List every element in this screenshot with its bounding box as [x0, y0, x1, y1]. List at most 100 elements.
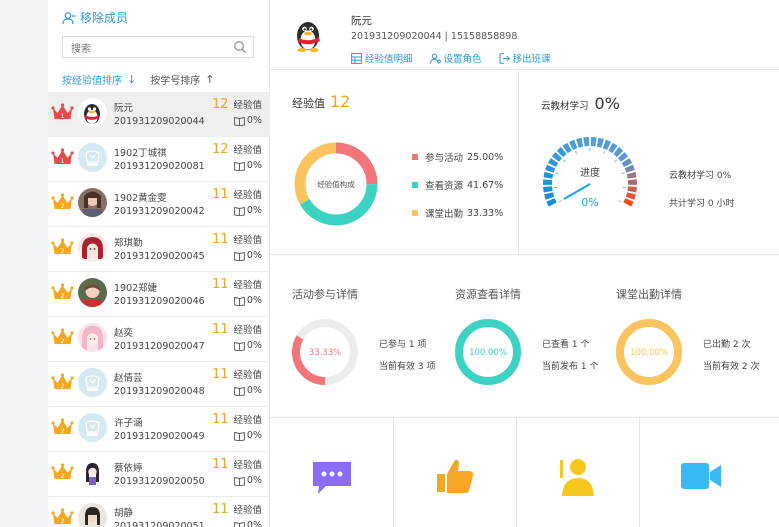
gauge-tick — [558, 200, 562, 203]
member-pct-value: 0% — [246, 520, 262, 527]
legend-item: 查看资源 41.67% — [412, 178, 503, 192]
member-exp: 11 经验值 — [212, 412, 262, 427]
avatar — [78, 458, 107, 487]
svg-text:2: 2 — [61, 473, 65, 480]
profile-actions: 经验值明细 设置角色 移出班课 — [351, 51, 551, 65]
detail-total: 当前发布 1 个 — [542, 362, 599, 372]
member-student-id: 201931209020081 — [114, 161, 205, 172]
legend-item: 参与活动 25.00% — [412, 150, 503, 164]
member-row[interactable]: 2 胡静 201931209020051 11 经验值 0% — [48, 497, 270, 527]
gauge-segment — [546, 198, 557, 207]
member-row[interactable]: 2 许子涵 201931209020049 11 经验值 0% — [48, 407, 270, 452]
table-icon — [351, 52, 362, 64]
detail-ring-chart: 100.00% — [616, 319, 682, 385]
exit-icon — [499, 52, 510, 64]
svg-text:2: 2 — [61, 293, 65, 300]
experience-donut-chart: 经验值构成 — [294, 142, 378, 226]
book-icon — [234, 476, 245, 486]
member-exp: 11 经验值 — [212, 367, 262, 382]
member-exp-value: 12 — [211, 142, 229, 157]
tool-tile[interactable] — [270, 418, 394, 527]
gauge-label: 进度 — [580, 166, 600, 179]
remove-from-class-label: 移出班课 — [512, 54, 551, 65]
member-pct-value: 0% — [246, 475, 262, 486]
exp-detail-label: 经验值明细 — [365, 54, 413, 65]
avatar — [78, 143, 107, 172]
member-exp: 11 经验值 — [212, 277, 262, 292]
detail-total: 当前有效 3 项 — [379, 362, 436, 372]
member-row[interactable]: 2 郑琪勤 201931209020045 11 经验值 0% — [48, 227, 270, 272]
member-student-id: 201931209020042 — [114, 206, 205, 217]
set-role-link[interactable]: 设置角色 — [429, 51, 482, 65]
member-name: 1902丁城祺 — [114, 148, 167, 159]
member-exp-label: 经验值 — [233, 325, 262, 336]
member-row[interactable]: 2 1902郑婕 201931209020046 11 经验值 0% — [48, 272, 270, 317]
remove-from-class-link[interactable]: 移出班课 — [499, 51, 551, 65]
tool-tile[interactable] — [393, 418, 517, 527]
exp-detail-link[interactable]: 经验值明细 — [351, 51, 413, 65]
search-icon[interactable] — [233, 40, 247, 54]
gauge-segment — [626, 171, 637, 179]
cloud-textbook-section: 云教材学习 0% 进度 0% 云教材学习 0% 共计学习 0 小时 — [519, 70, 779, 255]
member-name: 蔡依婷 — [114, 463, 143, 474]
member-row[interactable]: 2 赵倩芸 201931209020048 11 经验值 0% — [48, 362, 270, 407]
gauge-tick — [574, 150, 578, 155]
arrow-up-icon: ↑ — [205, 73, 215, 86]
member-student-id: 201931209020048 — [114, 386, 205, 397]
member-exp-value: 11 — [211, 232, 229, 247]
crown-icon: 1 — [51, 148, 74, 165]
ring-value: 100.00% — [630, 348, 668, 358]
book-icon — [234, 431, 245, 441]
member-row[interactable]: 2 蔡依婷 201931209020050 11 经验值 0% — [48, 452, 270, 497]
cloud-study-hours: 共计学习 0 小时 — [669, 199, 735, 209]
sort-by-exp-button[interactable]: 按经验值排序 ↓ — [62, 72, 136, 87]
member-row[interactable]: 1 1902丁城祺 201931209020081 12 经验值 0% — [48, 137, 270, 182]
svg-text:2: 2 — [61, 518, 65, 525]
legend-label: 查看资源 — [425, 181, 464, 192]
member-exp-value: 11 — [211, 322, 229, 337]
member-detail-panel: 阮元 201931209020044 | 15158858898 经验值明细 设… — [270, 0, 779, 527]
member-pct-value: 0% — [246, 430, 262, 441]
member-student-id: 201931209020051 — [114, 521, 205, 527]
search-input[interactable] — [63, 39, 223, 60]
app-root: 移除成员 按经验值排序 ↓ 按学号排序 ↑ 1 阮元 201931 — [0, 0, 779, 527]
tool-tile[interactable] — [516, 418, 640, 527]
crown-icon: 1 — [51, 103, 74, 120]
crown-icon: 2 — [51, 328, 74, 345]
legend-swatch — [412, 210, 418, 216]
book-icon — [234, 521, 245, 527]
crown-icon: 2 — [51, 508, 74, 525]
profile-name: 阮元 — [351, 15, 372, 27]
avatar — [78, 188, 107, 217]
gauge-tick — [618, 200, 622, 203]
donut-center-label: 经验值构成 — [317, 179, 355, 189]
member-exp-label: 经验值 — [233, 415, 262, 426]
member-exp-label: 经验值 — [233, 460, 262, 471]
member-exp: 11 经验值 — [212, 322, 262, 337]
member-row[interactable]: 2 赵奕 201931209020047 11 经验值 0% — [48, 317, 270, 362]
video-icon — [679, 454, 723, 498]
member-row[interactable]: 2 1902黄金雯 201931209020042 11 经验值 0% — [48, 182, 270, 227]
avatar — [78, 98, 107, 127]
member-row[interactable]: 1 阮元 201931209020044 12 经验值 0% — [48, 92, 270, 137]
set-role-label: 设置角色 — [443, 54, 482, 65]
sort-by-id-button[interactable]: 按学号排序 ↑ — [150, 72, 214, 87]
member-exp: 11 经验值 — [212, 457, 262, 472]
avatar — [78, 278, 107, 307]
member-exp-value: 11 — [211, 412, 229, 427]
legend-value: 33.33% — [467, 207, 504, 219]
member-exp-value: 11 — [211, 187, 229, 202]
book-icon — [234, 386, 245, 396]
remove-user-icon — [62, 11, 76, 24]
member-exp-value: 11 — [211, 367, 229, 382]
sort-by-exp-label: 按经验值排序 — [62, 76, 122, 87]
svg-text:2: 2 — [61, 203, 65, 210]
progress-gauge: 进度 0% — [543, 137, 637, 209]
book-icon — [234, 161, 245, 171]
member-student-id: 201931209020050 — [114, 476, 205, 487]
tool-tile[interactable] — [639, 418, 763, 527]
avatar — [78, 323, 107, 352]
remove-member-button[interactable]: 移除成员 — [62, 9, 128, 26]
svg-text:1: 1 — [61, 113, 65, 120]
gauge-tick — [621, 172, 625, 175]
